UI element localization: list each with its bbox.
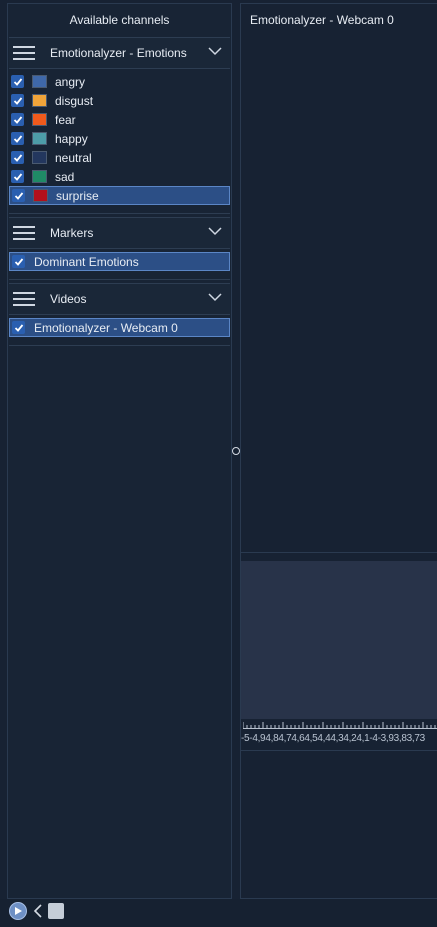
channel-row-surprise[interactable]: surprise xyxy=(9,186,230,205)
channels-panel: Available channels Emotionalyzer - Emoti… xyxy=(7,3,232,899)
splitter-handle[interactable] xyxy=(232,447,240,455)
group-label: Markers xyxy=(50,226,94,240)
channel-row-disgust[interactable]: disgust xyxy=(9,91,230,110)
color-swatch xyxy=(32,151,47,164)
video-row-webcam-0[interactable]: Emotionalyzer - Webcam 0 xyxy=(9,318,230,337)
channel-label: happy xyxy=(55,131,88,146)
channel-label: fear xyxy=(55,112,76,127)
chevron-down-icon[interactable] xyxy=(208,46,222,56)
marker-row-dominant-emotions[interactable]: Dominant Emotions xyxy=(9,252,230,271)
checkmark-icon xyxy=(13,153,22,162)
checkmark-icon xyxy=(13,172,22,181)
checkmark-icon xyxy=(13,77,22,86)
marker-label: Dominant Emotions xyxy=(34,254,139,269)
channel-label: neutral xyxy=(55,150,92,165)
timeline-plot[interactable] xyxy=(241,561,437,719)
panel-title: Available channels xyxy=(69,13,170,27)
play-button[interactable] xyxy=(9,902,27,920)
group-header-videos[interactable]: Videos xyxy=(9,283,230,315)
video-title: Emotionalyzer - Webcam 0 xyxy=(250,13,394,27)
app-window: Available channels Emotionalyzer - Emoti… xyxy=(0,0,437,927)
checkbox[interactable] xyxy=(12,189,25,202)
drag-handle-icon[interactable] xyxy=(13,46,35,60)
channel-row-happy[interactable]: happy xyxy=(9,129,230,148)
checkmark-icon xyxy=(14,191,23,200)
channel-row-sad[interactable]: sad xyxy=(9,167,230,186)
video-label: Emotionalyzer - Webcam 0 xyxy=(34,320,178,335)
chevron-left-icon[interactable] xyxy=(33,903,43,919)
group-markers: Markers Dominant Emotions xyxy=(9,217,230,280)
chevron-down-icon[interactable] xyxy=(208,226,222,236)
group-divider xyxy=(9,271,230,280)
color-swatch xyxy=(32,94,47,107)
group-header-emotions[interactable]: Emotionalyzer - Emotions xyxy=(9,37,230,69)
checkbox[interactable] xyxy=(11,132,24,145)
color-swatch xyxy=(32,132,47,145)
checkmark-icon xyxy=(13,115,22,124)
stop-button[interactable] xyxy=(48,903,64,919)
group-divider xyxy=(9,337,230,346)
checkbox[interactable] xyxy=(12,321,25,334)
color-swatch xyxy=(32,75,47,88)
video-area[interactable]: Emotionalyzer - Webcam 0 xyxy=(241,4,437,553)
channel-label: angry xyxy=(55,74,86,89)
video-panel: Emotionalyzer - Webcam 0 -5-4,94,84,74,6… xyxy=(240,3,437,899)
color-swatch xyxy=(32,170,47,183)
channel-row-angry[interactable]: angry xyxy=(9,72,230,91)
divider xyxy=(241,750,437,751)
checkmark-icon xyxy=(14,257,23,266)
channel-label: surprise xyxy=(56,188,99,203)
color-swatch xyxy=(32,113,47,126)
checkbox[interactable] xyxy=(11,113,24,126)
group-label: Videos xyxy=(50,292,87,306)
checkmark-icon xyxy=(13,134,22,143)
channel-row-neutral[interactable]: neutral xyxy=(9,148,230,167)
group-videos: Videos Emotionalyzer - Webcam 0 xyxy=(9,283,230,346)
checkbox[interactable] xyxy=(12,255,25,268)
group-label: Emotionalyzer - Emotions xyxy=(50,46,187,60)
timeline-ruler xyxy=(243,722,437,729)
group-emotions: Emotionalyzer - Emotions angry disgust f… xyxy=(9,37,230,214)
drag-handle-icon[interactable] xyxy=(13,226,35,240)
channel-label: sad xyxy=(55,169,75,184)
group-header-markers[interactable]: Markers xyxy=(9,217,230,249)
play-icon xyxy=(15,907,22,915)
checkbox[interactable] xyxy=(11,75,24,88)
channel-label: disgust xyxy=(55,93,94,108)
checkmark-icon xyxy=(13,96,22,105)
drag-handle-icon[interactable] xyxy=(13,292,35,306)
channel-row-fear[interactable]: fear xyxy=(9,110,230,129)
chevron-down-icon[interactable] xyxy=(208,292,222,302)
playback-bar xyxy=(0,899,437,927)
group-divider xyxy=(9,205,230,214)
checkbox[interactable] xyxy=(11,170,24,183)
checkbox[interactable] xyxy=(11,94,24,107)
checkbox[interactable] xyxy=(11,151,24,164)
color-swatch xyxy=(33,189,48,202)
ruler-labels: -5-4,94,84,74,64,54,44,34,24,1-4-3,93,83… xyxy=(241,733,425,744)
checkmark-icon xyxy=(14,323,23,332)
